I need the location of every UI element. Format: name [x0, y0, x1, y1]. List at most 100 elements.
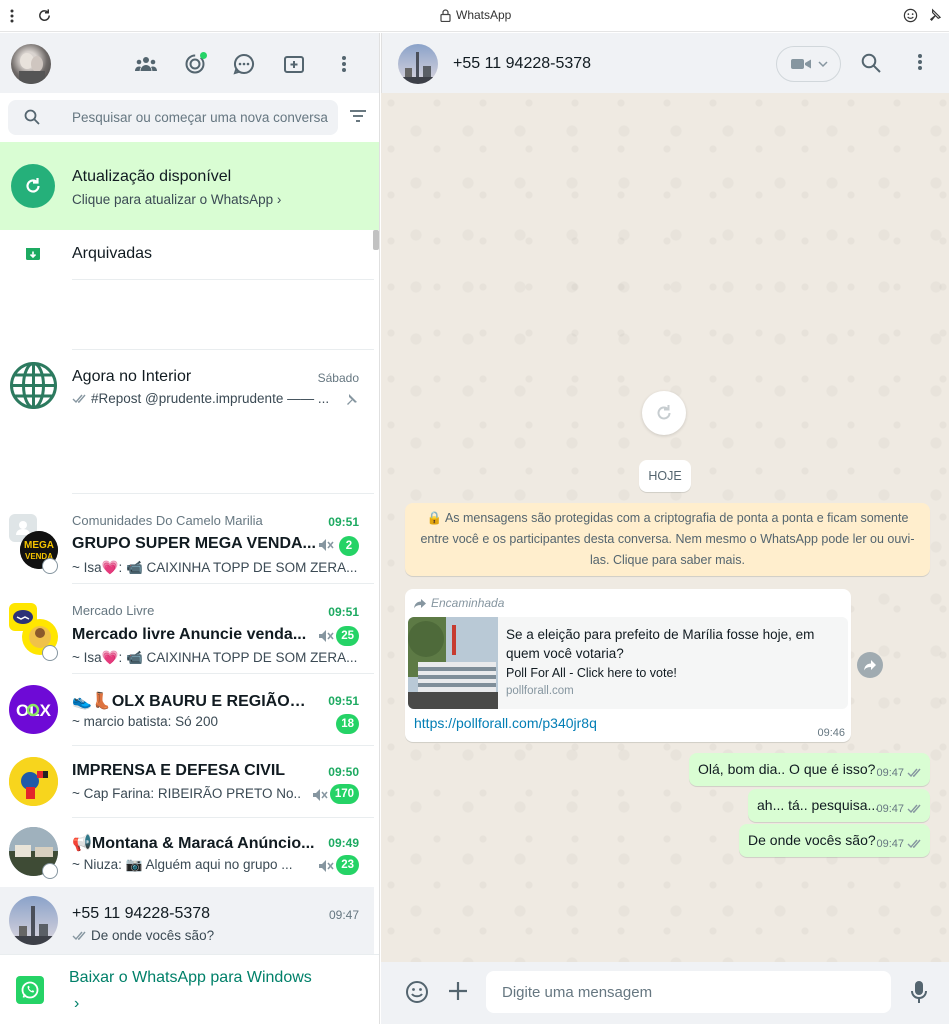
outgoing-message[interactable]: ah... tá.. pesquisa... 09:47 — [748, 789, 930, 822]
encryption-notice[interactable]: 🔒 As mensagens são protegidas com a crip… — [405, 503, 930, 576]
message-input[interactable] — [486, 971, 891, 1013]
message-time: 09:46 — [817, 727, 845, 739]
filter-icon[interactable] — [349, 109, 367, 123]
status-icon[interactable] — [182, 51, 208, 77]
pin-icon[interactable] — [927, 8, 942, 23]
globe-icon — [9, 361, 58, 410]
message-link[interactable]: https://pollforall.com/p340jr8q — [414, 715, 597, 731]
date-separator: HOJE — [639, 460, 691, 492]
download-windows-label[interactable]: Baixar o WhatsApp para Windows — [69, 969, 312, 987]
update-banner[interactable]: Atualização disponível Clique para atual… — [0, 142, 379, 230]
update-title: Atualização disponível — [72, 168, 232, 185]
message-time: 09:47 — [876, 767, 904, 779]
chat-item-mercado-livre[interactable]: Mercado Livre 09:51 Mercado livre Anunci… — [0, 593, 374, 673]
chat-item-olx-bauru[interactable]: OLX 👟👢OLX BAURU E REGIÃO👠👚 09:51 ~ marci… — [0, 675, 374, 745]
unread-badge: 25 — [336, 626, 359, 646]
lock-icon — [440, 8, 451, 22]
forward-button[interactable] — [857, 652, 883, 678]
link-preview-subtitle: Poll For All - Click here to vote! — [506, 666, 677, 680]
archived-row[interactable]: Arquivadas — [0, 230, 374, 280]
message-text: ah... tá.. pesquisa... — [757, 797, 880, 813]
new-chat-icon[interactable] — [281, 51, 307, 77]
svg-text:MEGA: MEGA — [24, 540, 54, 551]
menu-icon[interactable] — [331, 51, 357, 77]
chat-name: +55 11 94228-5378 — [72, 905, 211, 922]
double-check-icon — [907, 768, 923, 778]
chat-name: Agora no Interior — [72, 368, 192, 385]
incoming-message[interactable]: Encaminhada Se a eleição para prefeito d… — [405, 589, 851, 742]
chat-list-pane: Atualização disponível Clique para atual… — [0, 33, 380, 1024]
search-icon[interactable] — [861, 53, 881, 73]
reload-icon[interactable] — [37, 8, 52, 23]
link-preview-domain: pollforall.com — [506, 685, 574, 697]
emoji-icon[interactable] — [405, 980, 429, 1004]
download-windows-banner[interactable]: Baixar o WhatsApp para Windows › — [0, 954, 379, 1024]
unread-badge: 170 — [329, 784, 359, 804]
chat-item-agora-no-interior[interactable]: Agora no Interior Sábado #Repost @pruden… — [0, 351, 374, 425]
channels-icon[interactable] — [231, 51, 257, 77]
search-input[interactable] — [72, 100, 334, 135]
group-avatar — [9, 757, 58, 806]
load-older-button[interactable] — [642, 391, 686, 435]
divider — [72, 817, 374, 818]
chat-time: 09:49 — [328, 836, 359, 850]
video-call-button[interactable] — [776, 46, 841, 82]
chat-time: 09:51 — [328, 515, 359, 529]
contact-avatar[interactable] — [398, 44, 438, 84]
forwarded-label: Encaminhada — [413, 596, 504, 610]
refresh-icon — [657, 405, 671, 420]
menu-dots-icon[interactable] — [9, 8, 15, 24]
refresh-icon — [11, 164, 55, 208]
conversation-header[interactable]: +55 11 94228-5378 — [381, 33, 949, 93]
message-time: 09:47 — [876, 803, 904, 815]
microphone-icon[interactable] — [911, 980, 927, 1004]
my-avatar[interactable] — [11, 44, 51, 84]
message-composer — [381, 962, 949, 1024]
communities-icon[interactable] — [133, 51, 159, 77]
left-header — [0, 33, 379, 93]
chat-time: 09:47 — [328, 908, 359, 922]
divider — [72, 349, 374, 350]
browser-title-text: WhatsApp — [456, 8, 512, 22]
muted-icon — [312, 788, 328, 802]
outgoing-message[interactable]: Olá, bom dia.. O que é isso? 09:47 — [689, 753, 930, 786]
community-name: Mercado Livre — [72, 603, 155, 618]
outgoing-message[interactable]: De onde vocês são? 09:47 — [739, 824, 930, 857]
chat-preview: #Repost @prudente.imprudente —— ... — [72, 391, 340, 406]
chat-name: Mercado livre Anuncie venda... — [72, 626, 307, 643]
chat-item-grupo-super-mega[interactable]: MEGA VENDA Comunidades Do Camelo Marilia … — [0, 503, 374, 583]
video-camera-icon — [790, 57, 812, 71]
menu-icon[interactable] — [917, 53, 923, 71]
muted-icon — [318, 629, 334, 643]
chat-preview-text: #Repost @prudente.imprudente —— ... — [91, 391, 330, 406]
chat-time: 09:50 — [328, 765, 359, 779]
forward-icon — [864, 660, 876, 671]
community-name: Comunidades Do Camelo Marilia — [72, 513, 263, 528]
emoji-icon[interactable] — [903, 8, 918, 23]
attach-plus-icon[interactable] — [447, 980, 469, 1002]
browser-title: WhatsApp — [440, 8, 511, 22]
chat-name: 👟👢OLX BAURU E REGIÃO👠👚 — [72, 693, 322, 710]
update-subtitle[interactable]: Clique para atualizar o WhatsApp › — [72, 192, 281, 207]
chat-item-imprensa-defesa-civil[interactable]: IMPRENSA E DEFESA CIVIL 09:50 ~ Cap Fari… — [0, 747, 374, 817]
chat-item-montana-maraca[interactable]: 📢Montana & Maracá Anúncio... 09:49 ~ Niu… — [0, 819, 374, 887]
unread-badge: 23 — [336, 855, 359, 875]
chat-item-selected-contact[interactable]: +55 11 94228-5378 09:47 De onde vocês sã… — [0, 887, 374, 954]
chat-preview: ~ Isa💗: 📹 CAIXINHA TOPP DE SOM ZERA... — [72, 650, 358, 665]
divider — [72, 673, 374, 674]
double-check-icon — [907, 839, 923, 849]
chat-preview-text: De onde vocês são? — [91, 928, 215, 943]
community-badge-icon — [42, 558, 58, 574]
message-meta: 09:47 — [876, 767, 923, 779]
link-preview-title: Se a eleição para prefeito de Marília fo… — [506, 627, 815, 661]
archive-icon — [24, 245, 42, 263]
contact-name[interactable]: +55 11 94228-5378 — [453, 55, 591, 73]
chat-preview: ~ Niuza: 📷 Alguém aqui no grupo ... — [72, 857, 293, 872]
scrollbar[interactable] — [373, 230, 379, 250]
search-box[interactable] — [8, 100, 338, 135]
divider — [72, 583, 374, 584]
link-preview-card[interactable]: Se a eleição para prefeito de Marília fo… — [408, 617, 848, 709]
chat-preview: De onde vocês são? — [72, 928, 340, 943]
chevron-right-icon: › — [74, 995, 80, 1012]
message-text: De onde vocês são? — [748, 832, 876, 848]
